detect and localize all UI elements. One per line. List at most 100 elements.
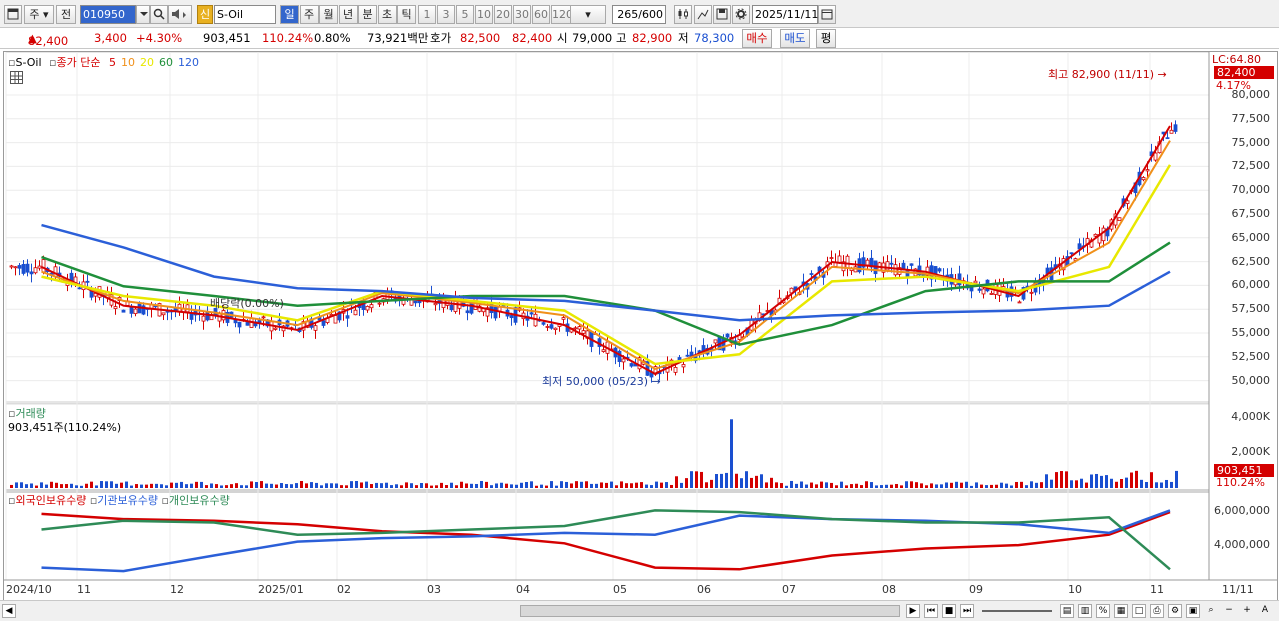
volume-bar <box>1000 482 1003 488</box>
volume-bar <box>490 485 493 488</box>
high-price: 82,900 <box>632 31 673 45</box>
volume-bar <box>230 484 233 488</box>
buy-button[interactable]: 매수 <box>742 29 772 48</box>
interval-button[interactable]: 60 <box>532 5 550 24</box>
price-axis-label: 65,000 <box>1231 230 1271 244</box>
calendar-icon[interactable] <box>818 5 836 24</box>
stock-code-input[interactable]: 010950 <box>80 5 136 24</box>
volume-bar <box>115 483 118 488</box>
search-icon[interactable] <box>150 5 168 24</box>
volume-bar <box>180 481 183 488</box>
volume-bar <box>225 485 228 488</box>
volume-bar <box>30 483 33 488</box>
volume-summary: 903,451주(110.24%) <box>8 421 122 434</box>
candle-body <box>977 288 982 291</box>
print-icon[interactable]: ⎙ <box>1150 604 1164 618</box>
prev-button[interactable]: 전 <box>56 5 76 24</box>
volume-bar <box>1055 472 1058 488</box>
x-axis-label: 07 <box>782 583 796 596</box>
volume-bar <box>620 481 623 488</box>
window-icon[interactable]: ▣ <box>1186 604 1200 618</box>
volume-bar <box>185 484 188 488</box>
sound-icon[interactable] <box>168 5 192 24</box>
candle-body <box>433 303 438 306</box>
candle-body <box>713 339 718 344</box>
volume-bar <box>425 483 428 488</box>
interval-dropdown[interactable]: ▾ <box>570 5 606 24</box>
scroll-thumb[interactable] <box>520 605 900 617</box>
volume-bar <box>100 481 103 488</box>
volume-bar <box>1155 482 1158 488</box>
auto-scale-icon[interactable]: A <box>1258 604 1272 618</box>
crosshair-icon[interactable] <box>694 5 712 24</box>
stock-name-field[interactable]: S-Oil <box>214 5 276 24</box>
code-dropdown-icon[interactable] <box>136 5 150 24</box>
volume-bar <box>195 481 198 488</box>
volume-bar <box>945 482 948 488</box>
scale-icon[interactable]: % <box>1096 604 1110 618</box>
sell-button[interactable]: 매도 <box>780 29 810 48</box>
period-button[interactable]: 틱 <box>397 5 416 24</box>
period-button[interactable]: 초 <box>377 5 397 24</box>
scroll-left-icon[interactable]: ◀ <box>2 604 16 618</box>
box-icon[interactable]: □ <box>1132 604 1146 618</box>
zoom-slider[interactable] <box>982 610 1052 612</box>
candle-body <box>77 287 82 290</box>
volume-bar <box>365 481 368 488</box>
interval-button[interactable]: 120 <box>551 5 573 24</box>
volume-bar <box>265 483 268 488</box>
interval-button[interactable]: 1 <box>418 5 436 24</box>
chart-scrollbar[interactable]: ◀ ▶ ⏮ ■ ⏭ ▤ ▥ % ▦ □ ⎙ ⚙ ▣ ⌕ − + A <box>0 600 1279 621</box>
volume-bar <box>255 482 258 488</box>
interval-button[interactable]: 30 <box>513 5 531 24</box>
candle-body <box>1017 301 1022 304</box>
save-icon[interactable] <box>713 5 731 24</box>
window-menu-icon[interactable] <box>4 5 22 24</box>
period-type-select[interactable]: 주 ▾ <box>24 5 54 24</box>
chart-area[interactable]: ▫S-Oil ▫종가 단순 5 10 20 60 120 최고 82,900 (11/1… <box>3 51 1278 601</box>
settings-icon[interactable]: ⚙ <box>1168 604 1182 618</box>
volume-bar <box>725 472 728 488</box>
candle-body <box>37 265 42 269</box>
volume-bar <box>675 476 678 488</box>
volume-axis-mid: 2,000K <box>1231 445 1270 458</box>
chart-canvas[interactable] <box>4 52 1277 600</box>
volume-bar <box>570 483 573 488</box>
period-button[interactable]: 일 <box>280 5 299 24</box>
candle-type-icon[interactable] <box>674 5 692 24</box>
volume-bar <box>785 485 788 488</box>
interval-button[interactable]: 3 <box>437 5 455 24</box>
table-icon[interactable] <box>10 71 23 84</box>
volume-bar <box>1110 478 1113 488</box>
period-button[interactable]: 주 <box>299 5 319 24</box>
split-icon[interactable]: ▥ <box>1078 604 1092 618</box>
x-axis-label: 03 <box>427 583 441 596</box>
zoom-out-icon[interactable]: − <box>1222 604 1236 618</box>
interval-button[interactable]: 5 <box>456 5 474 24</box>
last-page-icon[interactable]: ⏭ <box>960 604 974 618</box>
legend-ma-10: 10 <box>120 56 135 69</box>
bar-count-field[interactable]: 265/600 <box>612 5 666 24</box>
volume-bar <box>135 484 138 488</box>
volume-bar <box>950 482 953 488</box>
zoom-icon[interactable]: ⌕ <box>1204 604 1218 618</box>
zoom-in-icon[interactable]: + <box>1240 604 1254 618</box>
scroll-right-icon[interactable]: ▶ <box>906 604 920 618</box>
period-button[interactable]: 년 <box>338 5 358 24</box>
volume-bar <box>430 485 433 488</box>
period-button[interactable]: 분 <box>358 5 377 24</box>
first-page-icon[interactable]: ⏮ <box>924 604 938 618</box>
candle-body <box>1029 291 1034 294</box>
interval-button[interactable]: 20 <box>494 5 512 24</box>
gear-icon[interactable] <box>732 5 750 24</box>
stop-icon[interactable]: ■ <box>942 604 956 618</box>
eval-button[interactable]: 평 <box>816 29 836 48</box>
period-button[interactable]: 월 <box>319 5 338 24</box>
date-field[interactable]: 2025/11/11 <box>752 5 818 24</box>
last-price-tag: 82,400 <box>1214 66 1274 79</box>
volume-bar <box>80 485 83 488</box>
layout-icon[interactable]: ▤ <box>1060 604 1074 618</box>
grid-icon[interactable]: ▦ <box>1114 604 1128 618</box>
volume-bar <box>35 485 38 488</box>
interval-button[interactable]: 10 <box>475 5 493 24</box>
